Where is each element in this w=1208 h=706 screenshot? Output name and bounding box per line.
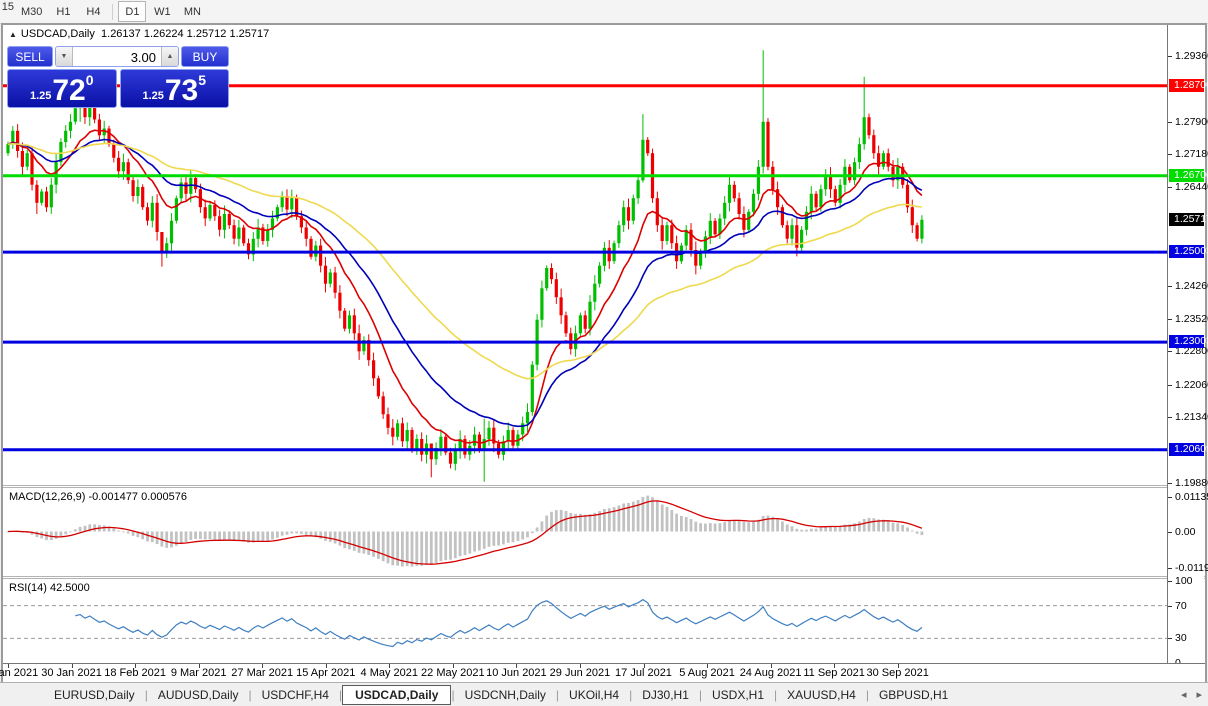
price-axis-label: 1.27900 (1175, 115, 1208, 128)
axis-tick-mark (1168, 567, 1172, 569)
price-axis-label: 0.00 (1175, 525, 1196, 538)
price-tag: 1.28700 (1169, 78, 1208, 92)
chart-tab-usdx[interactable]: USDX,H1 (702, 686, 774, 704)
timeframe-button-h1[interactable]: H1 (49, 1, 77, 22)
price-tag: 1.25717 (1169, 212, 1208, 226)
price-axis-label: 1.27180 (1175, 148, 1208, 161)
chart-symbol-label: USDCAD,Daily (20, 28, 95, 40)
chart-tab-usdchf[interactable]: USDCHF,H4 (252, 686, 339, 704)
buy-price-sup: 5 (198, 72, 207, 88)
sell-button[interactable]: SELL (7, 46, 53, 67)
axis-tick-mark (1168, 351, 1172, 353)
timeframe-button-w1[interactable]: W1 (148, 1, 176, 22)
rsi-canvas[interactable] (3, 579, 1167, 663)
timeframe-button-m30[interactable]: M30 (16, 1, 47, 22)
chart-tab-eurusd[interactable]: EURUSD,Daily (44, 686, 145, 704)
sell-price-big: 72 (52, 74, 86, 107)
price-axis-label: 0.01135 (1175, 490, 1208, 503)
price-axis-label: 1.19880 (1175, 476, 1208, 489)
price-tag: 1.23003 (1169, 335, 1208, 349)
volume-input[interactable]: 3.00 (73, 47, 161, 66)
price-axis-label: 1.22060 (1175, 378, 1208, 391)
time-axis-label: 30 Sep 2021 (866, 667, 929, 679)
axis-tick-mark (1168, 581, 1172, 582)
chart-tab-usdcad[interactable]: USDCAD,Daily (342, 684, 452, 705)
timeframe-button-h4[interactable]: H4 (79, 1, 107, 22)
volume-increase-button[interactable]: ▲ (161, 47, 178, 66)
axis-tick-mark (1168, 531, 1172, 533)
time-axis[interactable]: 12 Jan 202130 Jan 202118 Feb 20219 Mar 2… (0, 663, 1205, 682)
axis-tick-mark (1168, 187, 1172, 189)
macd-label: MACD(12,26,9) -0.001477 0.000576 (9, 491, 187, 503)
price-chart-pane[interactable]: ▲ USDCAD,Daily 1.26137 1.26224 1.25712 1.… (3, 25, 1167, 485)
axis-tick-mark (1168, 121, 1172, 123)
sell-price-display[interactable]: 1.25 72 0 (7, 69, 117, 108)
tab-scroll-arrows: ◂ ▸ (1171, 688, 1202, 701)
timeframe-button-d1[interactable]: D1 (118, 1, 147, 22)
axis-tick-mark (1168, 482, 1172, 484)
axis-tick-mark (1168, 638, 1172, 640)
chart-tab-gbpusd[interactable]: GBPUSD,H1 (869, 686, 958, 704)
timeframe-toolbar: M15M30H1H4 D1W1MN (0, 0, 1208, 24)
tab-scroll-left-icon[interactable]: ◂ (1181, 689, 1187, 701)
chart-tab-xauusd[interactable]: XAUUSD,H4 (777, 686, 866, 704)
price-axis-label: 30 (1175, 632, 1187, 645)
chart-tab-ukoil[interactable]: UKOil,H4 (559, 686, 629, 704)
volume-decrease-button[interactable]: ▼ (56, 47, 73, 66)
axis-tick-mark (1168, 384, 1172, 386)
chart-tab-dj30[interactable]: DJ30,H1 (632, 686, 699, 704)
sell-price-small: 1.25 (29, 90, 52, 102)
axis-tick-mark (1168, 285, 1172, 287)
price-tag: 1.20609 (1169, 442, 1208, 456)
price-axis-label: 1.21340 (1175, 410, 1208, 423)
chart-tab-bar: EURUSD,Daily | AUDUSD,Daily | USDCHF,H4 | USDC… (0, 682, 1208, 706)
chart-title: ▲ USDCAD,Daily 1.26137 1.26224 1.25712 1.… (9, 28, 269, 40)
price-tag: 1.26700 (1169, 168, 1208, 182)
timeframe-button-m15[interactable]: M15 (1, 1, 14, 22)
one-click-trading-panel: SELL ▼ 3.00 ▲ BUY 1.25 72 0 1.25 73 5 (7, 46, 229, 108)
chart-tab-audusd[interactable]: AUDUSD,Daily (148, 686, 249, 704)
volume-stepper: ▼ 3.00 ▲ (55, 46, 179, 67)
axis-tick-mark (1168, 496, 1172, 498)
rsi-indicator-pane[interactable]: RSI(14) 42.5000 (3, 579, 1167, 663)
axis-tick-mark (1168, 56, 1172, 58)
timeframe-button-mn[interactable]: MN (178, 1, 206, 22)
axis-tick-mark (1168, 154, 1172, 156)
rsi-label: RSI(14) 42.5000 (9, 582, 90, 594)
toolbar-separator (112, 3, 114, 20)
buy-price-display[interactable]: 1.25 73 5 (119, 69, 229, 108)
chart-window: ▲ USDCAD,Daily 1.26137 1.26224 1.25712 1.… (0, 23, 1208, 683)
collapse-panel-icon[interactable]: ▲ (9, 30, 17, 39)
axis-tick-mark (1168, 416, 1172, 418)
macd-indicator-pane[interactable]: MACD(12,26,9) -0.001477 0.000576 (3, 488, 1167, 576)
axis-tick-mark (1168, 605, 1172, 607)
buy-button[interactable]: BUY (181, 46, 229, 67)
chart-tab-usdcnh[interactable]: USDCNH,Daily (455, 686, 556, 704)
buy-price-big: 73 (164, 74, 199, 107)
price-axis-label: 1.24260 (1175, 279, 1208, 292)
axis-tick-mark (1168, 318, 1172, 320)
buy-price-small: 1.25 (142, 90, 164, 102)
price-axis-label: 1.29360 (1175, 50, 1208, 63)
sell-price-sup: 0 (85, 72, 94, 88)
price-axis-label: 70 (1175, 599, 1187, 612)
price-axis[interactable]: 1.29360 1.27900 1.27180 1.26440 1.24260 1.235… (1167, 25, 1208, 669)
tab-scroll-right-icon[interactable]: ▸ (1196, 689, 1202, 701)
price-tag: 1.25003 (1169, 245, 1208, 259)
price-axis-label: 100 (1175, 575, 1193, 587)
chart-ohlc-values: 1.26137 1.26224 1.25712 1.25717 (101, 28, 270, 40)
price-axis-label: -0.01190 (1175, 561, 1208, 574)
price-axis-label: 1.26440 (1175, 181, 1208, 194)
price-axis-label: 1.23520 (1175, 312, 1208, 325)
